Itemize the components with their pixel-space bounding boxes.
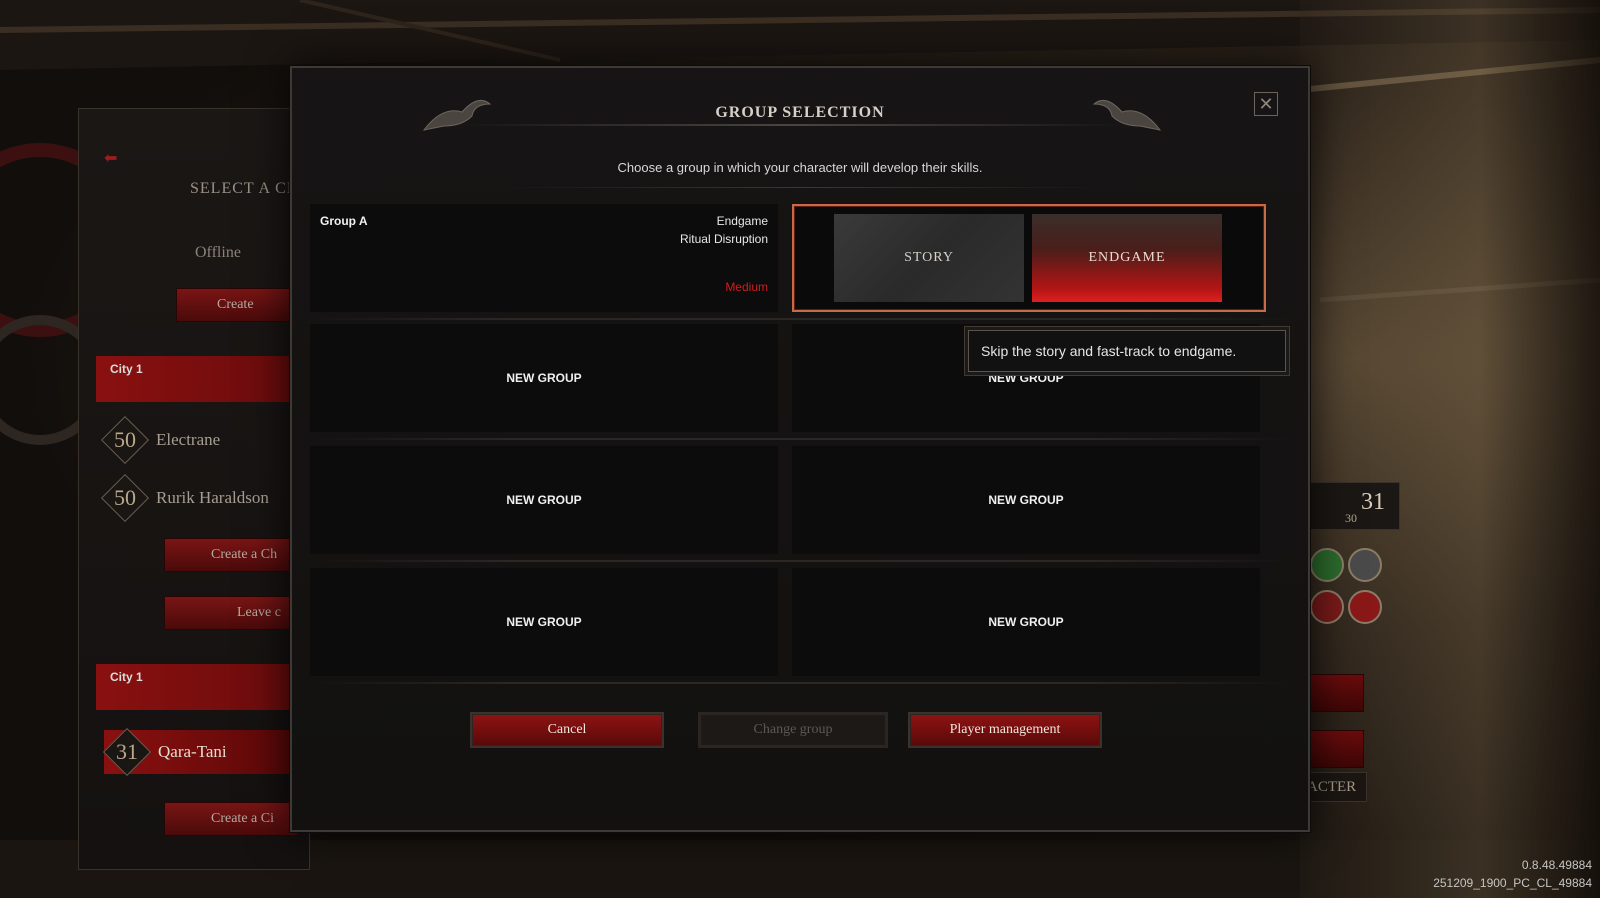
character-row-rurik[interactable]: 50 Rurik Haraldson	[100, 473, 298, 523]
new-group-card[interactable]: NEW GROUP	[310, 568, 778, 676]
level-badge: 50	[100, 415, 150, 465]
level-value: 50	[114, 427, 136, 452]
create-button[interactable]: Create	[176, 288, 298, 322]
group-name: Group A	[320, 214, 368, 228]
row-divider	[310, 560, 1294, 562]
build-id: 251209_1900_PC_CL_49884	[1433, 876, 1592, 890]
character-select-title: SELECT A CH	[190, 180, 300, 197]
endgame-mode-button[interactable]: ENDGAME	[1032, 214, 1222, 302]
new-group-label: NEW GROUP	[506, 615, 582, 629]
mode-tooltip: Skip the story and fast-track to endgame…	[968, 330, 1286, 372]
city-header[interactable]: City 1	[96, 356, 296, 402]
version-number: 0.8.48.49884	[1521, 858, 1592, 872]
row-divider	[310, 318, 1294, 320]
skill-icon[interactable]	[1310, 590, 1344, 624]
level-badge: 31	[102, 727, 152, 777]
dialog-subtitle: Choose a group in which your character w…	[617, 160, 983, 175]
level-base: 30	[1345, 511, 1357, 525]
cancel-button[interactable]: Cancel	[472, 714, 662, 746]
player-management-button[interactable]: Player management	[910, 714, 1100, 746]
offline-mode-label: Offline	[195, 244, 241, 261]
new-group-label: NEW GROUP	[988, 615, 1064, 629]
level-current: 31	[1361, 489, 1385, 515]
character-name: Rurik Haraldson	[156, 488, 269, 507]
new-group-label: NEW GROUP	[506, 371, 582, 385]
new-group-label: NEW GROUP	[506, 493, 582, 507]
change-group-button[interactable]: Change group	[700, 714, 886, 746]
skill-icon[interactable]	[1310, 548, 1344, 582]
group-difficulty: Medium	[725, 280, 768, 294]
level-badge: 50	[100, 473, 150, 523]
new-group-card[interactable]: NEW GROUP	[310, 446, 778, 554]
subtitle-divider	[492, 187, 1112, 188]
character-row-electrane[interactable]: 50 Electrane	[100, 415, 298, 465]
group-card-group-a[interactable]: Group A Endgame Ritual Disruption Medium	[310, 204, 778, 312]
row-divider	[310, 438, 1294, 440]
group-mode: Endgame	[716, 214, 768, 228]
level-value: 31	[116, 739, 138, 764]
skill-icon[interactable]	[1348, 590, 1382, 624]
new-group-label: NEW GROUP	[988, 371, 1064, 385]
story-mode-button[interactable]: STORY	[834, 214, 1024, 302]
group-activity: Ritual Disruption	[679, 232, 768, 246]
character-name: Electrane	[156, 430, 221, 449]
character-row-qara-tani[interactable]: 31 Qara-Tani	[102, 727, 298, 777]
create-character-button[interactable]: Create a Ci	[164, 802, 298, 836]
close-icon[interactable]: ✕	[1254, 92, 1278, 116]
dragon-ornament-right-icon	[1092, 99, 1162, 131]
level-value: 50	[114, 485, 136, 510]
city-header[interactable]: City 1	[96, 664, 296, 710]
row-divider	[310, 682, 1294, 684]
new-group-label: NEW GROUP	[988, 493, 1064, 507]
new-group-card[interactable]: NEW GROUP	[792, 446, 1260, 554]
new-group-card[interactable]: NEW GROUP	[310, 324, 778, 432]
character-name: Qara-Tani	[158, 742, 227, 761]
leave-city-button[interactable]: Leave c	[164, 596, 298, 630]
new-group-card[interactable]: NEW GROUP	[792, 568, 1260, 676]
back-arrow-icon[interactable]: ⬅	[104, 148, 122, 167]
character-level-display: 31 30	[1298, 482, 1400, 530]
title-divider	[452, 124, 1132, 126]
skill-icon[interactable]	[1348, 548, 1382, 582]
create-character-button[interactable]: Create a Ch	[164, 538, 298, 572]
mode-selector: STORY ENDGAME	[792, 204, 1266, 312]
group-selection-dialog: GROUP SELECTION ✕ Choose a group in whic…	[290, 66, 1310, 832]
